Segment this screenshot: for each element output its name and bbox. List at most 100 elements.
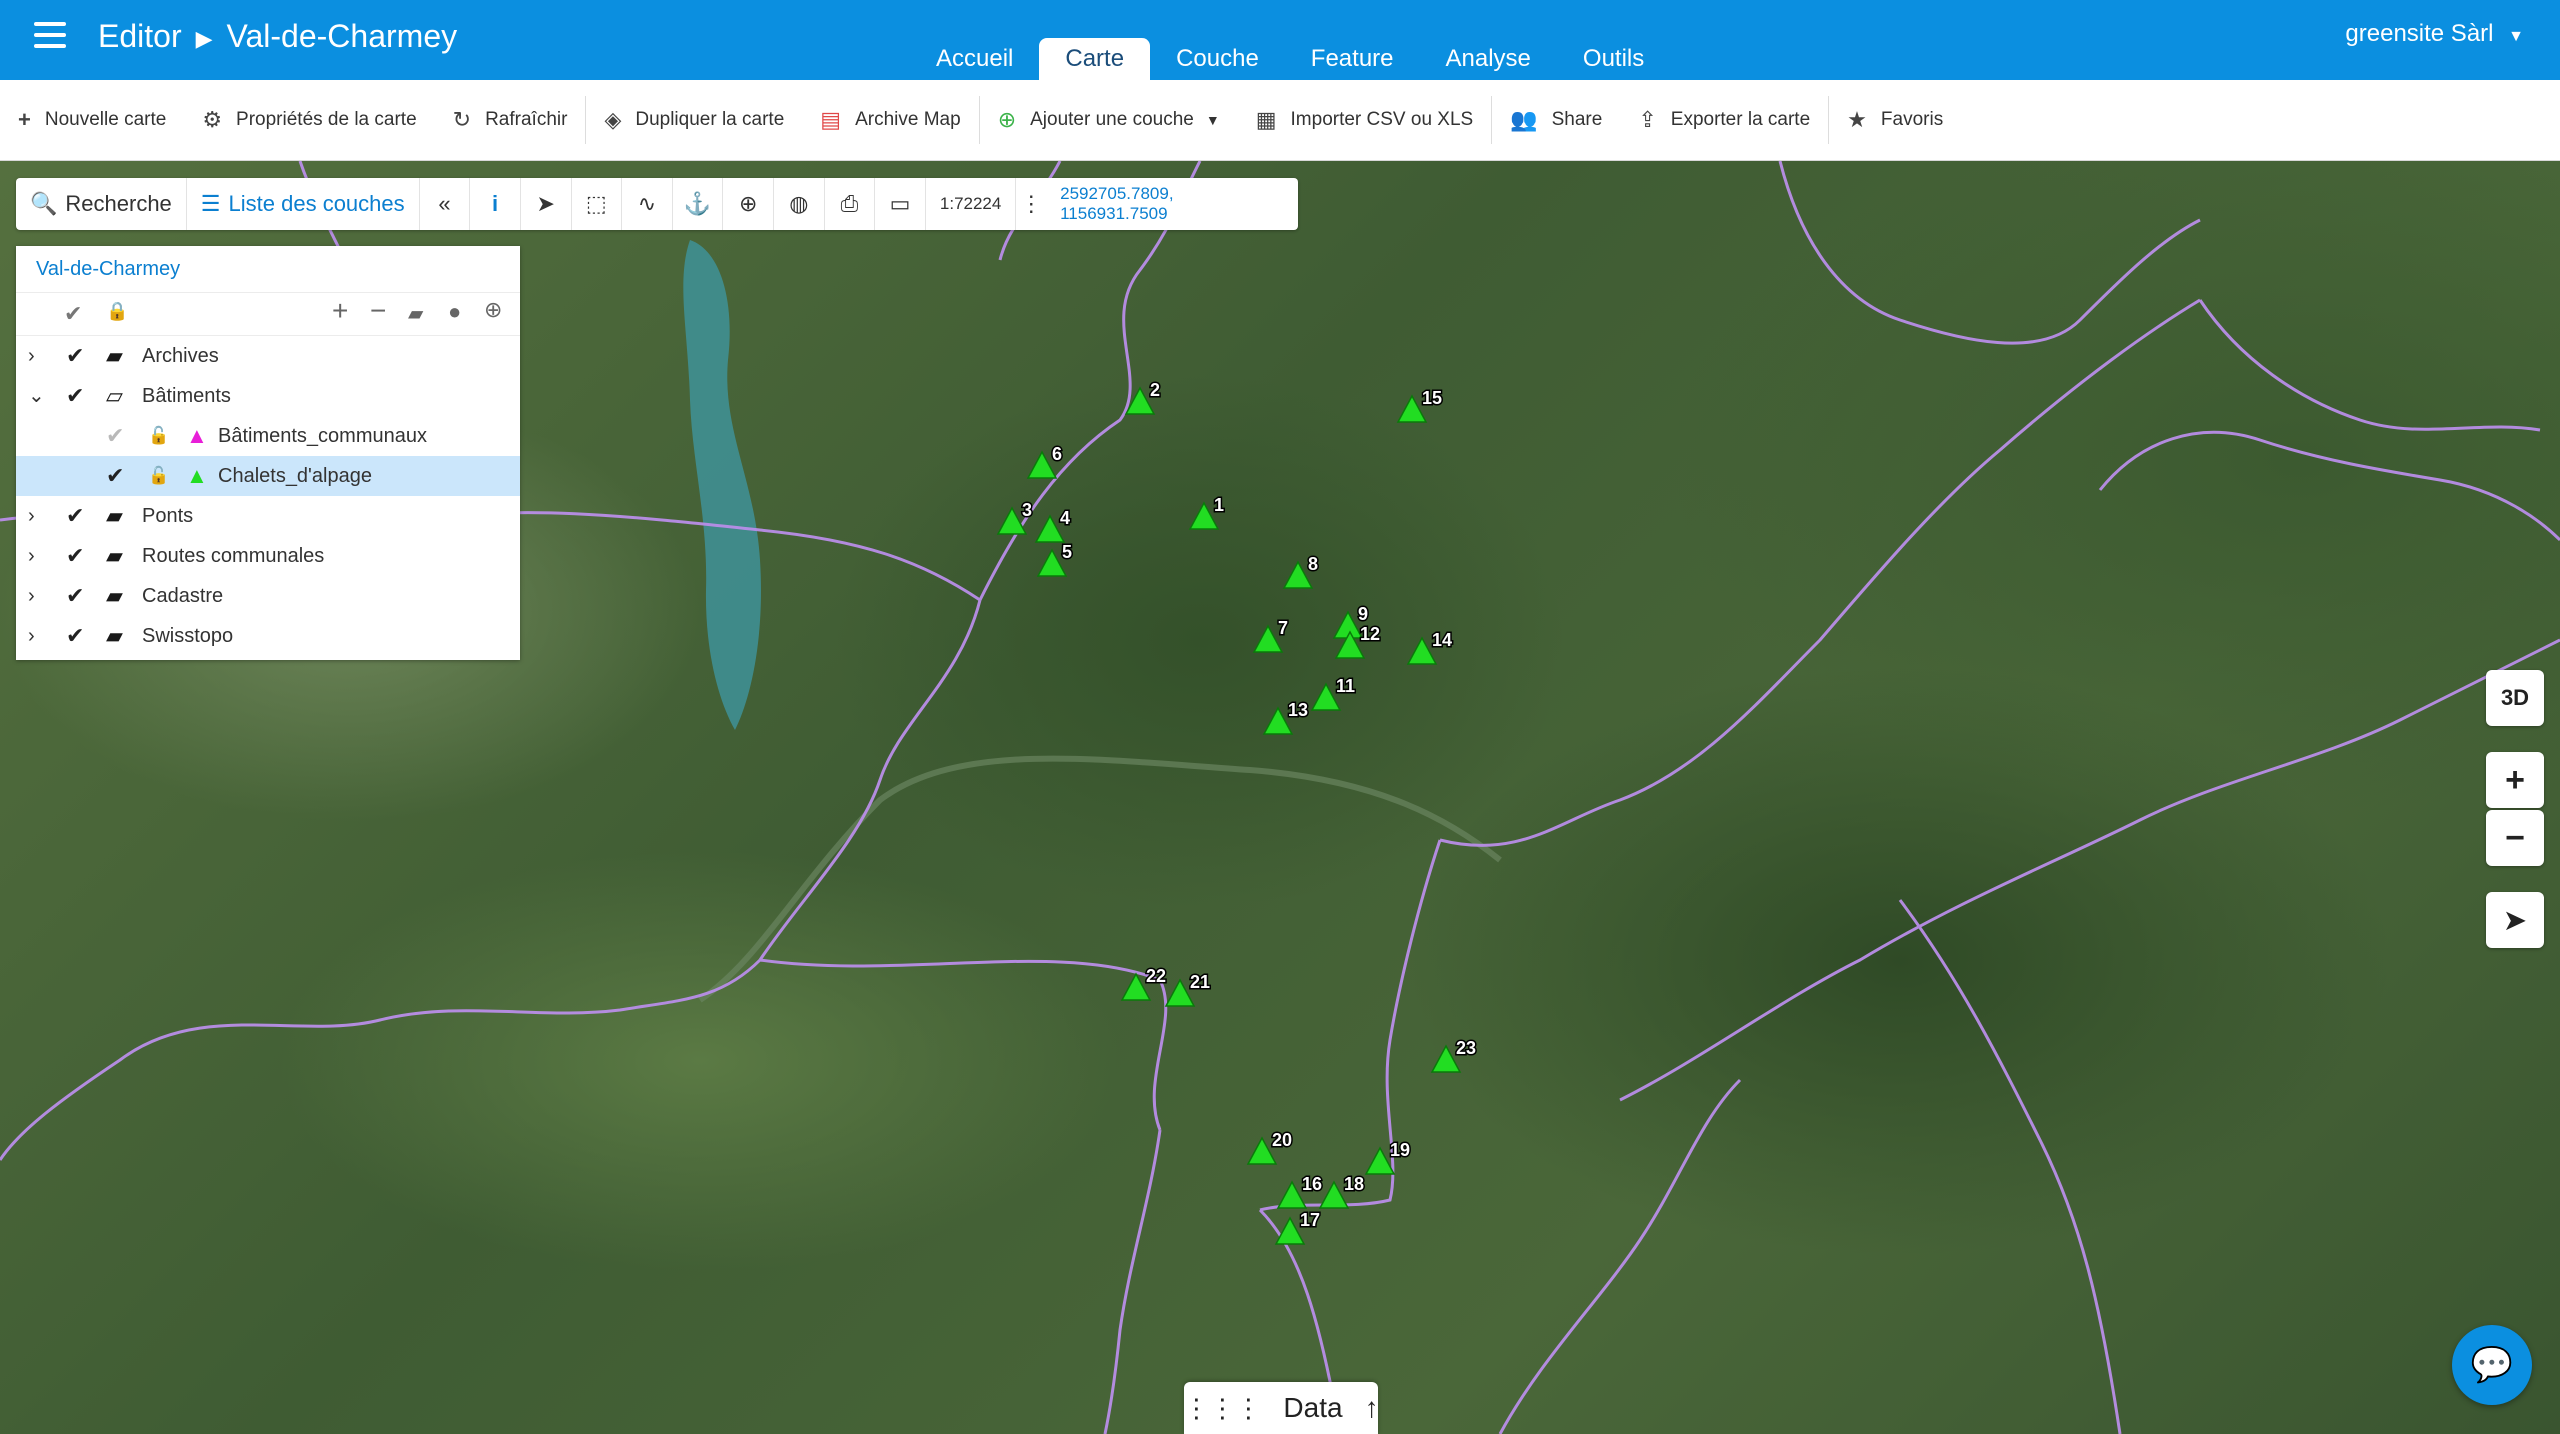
tab-carte[interactable]: Carte	[1039, 38, 1151, 80]
add-layer-button[interactable]: ⊕ Ajouter une couche ▼	[980, 80, 1238, 160]
scalebar-icon[interactable]: ▭	[875, 178, 926, 230]
marker-label: 8	[1308, 554, 1318, 574]
main-tabs: Accueil Carte Couche Feature Analyse Out…	[910, 38, 1670, 80]
menu-icon[interactable]	[34, 22, 66, 50]
duplicate-map-button[interactable]: ◈ Dupliquer la carte	[586, 80, 802, 160]
collapse-icon[interactable]: «	[420, 178, 471, 230]
check-all-icon[interactable]: ✔	[64, 301, 82, 327]
user-icon[interactable]: ●	[448, 299, 461, 325]
folder-icon[interactable]: ▰	[408, 301, 423, 326]
marker-label: 16	[1302, 1174, 1322, 1194]
layer-row-cadastre[interactable]: › ✔ ▰ Cadastre	[16, 576, 520, 616]
chevron-right-icon[interactable]: ›	[28, 496, 35, 536]
checkbox-icon[interactable]: ✔	[66, 336, 84, 376]
pin-icon[interactable]: ⚓	[673, 178, 724, 230]
data-label: Data	[1283, 1392, 1343, 1423]
layer-row-swisstopo[interactable]: › ✔ ▰ Swisstopo	[16, 616, 520, 656]
lock-icon[interactable]: 🔒	[106, 301, 128, 322]
marker-label: 1	[1214, 495, 1224, 515]
zoom-in-button[interactable]: +	[2486, 752, 2544, 808]
unlock-icon[interactable]: 🔓	[148, 416, 169, 456]
layer-row-batiments[interactable]: ⌄ ✔ ▱ Bâtiments	[16, 376, 520, 416]
new-map-button[interactable]: + Nouvelle carte	[0, 80, 184, 160]
gear-icon: ⚙	[202, 107, 223, 132]
marker-label: 6	[1052, 444, 1062, 464]
layer-row-archives[interactable]: › ✔ ▰ Archives	[16, 336, 520, 376]
layer-name: Routes communales	[142, 545, 325, 567]
user-menu[interactable]: greensite Sàrl ▼	[2345, 20, 2524, 48]
layer-list-label: Liste des couches	[228, 191, 405, 216]
tab-feature[interactable]: Feature	[1285, 38, 1420, 80]
share-button[interactable]: 👥 Share	[1492, 80, 1620, 160]
checkbox-icon[interactable]: ✔	[66, 616, 84, 656]
grid-icon: ⋮⋮⋮	[1183, 1392, 1262, 1423]
locate-icon[interactable]: ➤	[2486, 892, 2544, 948]
more-icon[interactable]: ⋮	[1016, 178, 1046, 230]
refresh-icon: ↻	[452, 107, 472, 132]
unlock-icon[interactable]: 🔓	[148, 456, 169, 496]
breadcrumb-app[interactable]: Editor	[98, 18, 182, 54]
map-properties-button[interactable]: ⚙ Propriétés de la carte	[184, 80, 434, 160]
checkbox-icon[interactable]: ✔	[66, 496, 84, 536]
folder-icon: ▰	[106, 343, 123, 368]
zoom-layer-icon[interactable]: ⊕	[484, 297, 502, 323]
checkbox-icon[interactable]: ✔	[66, 576, 84, 616]
marker-label: 21	[1190, 972, 1210, 992]
refresh-button[interactable]: ↻ Rafraîchir	[435, 80, 586, 160]
scale-display: 1:72224	[926, 178, 1017, 230]
users-icon: 👥	[1510, 107, 1538, 132]
marker-label: 4	[1060, 508, 1070, 528]
tab-couche[interactable]: Couche	[1150, 38, 1285, 80]
print-icon[interactable]: ⎙	[825, 178, 876, 230]
layer-row-ponts[interactable]: › ✔ ▰ Ponts	[16, 496, 520, 536]
tab-outils[interactable]: Outils	[1557, 38, 1670, 80]
marker-label: 18	[1344, 1174, 1364, 1194]
favorites-button[interactable]: ★ Favoris	[1829, 80, 1961, 160]
select-box-icon[interactable]: ⬚	[572, 178, 623, 230]
add-layer-label: Ajouter une couche	[1030, 109, 1194, 130]
star-icon: ★	[1847, 107, 1867, 132]
checkbox-icon[interactable]: ✔	[106, 456, 124, 496]
archive-map-button[interactable]: ▤ Archive Map	[802, 80, 978, 160]
marker-label: 5	[1062, 542, 1072, 562]
checkbox-icon[interactable]: ✔	[66, 536, 84, 576]
minus-icon[interactable]: −	[370, 295, 386, 327]
zoom-icon[interactable]: ⊕	[723, 178, 775, 230]
measure-icon[interactable]: ∿	[622, 178, 673, 230]
import-csv-button[interactable]: ▦ Importer CSV ou XLS	[1238, 80, 1492, 160]
layer-row-routes-communales[interactable]: › ✔ ▰ Routes communales	[16, 536, 520, 576]
folder-icon: ▰	[106, 623, 123, 648]
pointer-icon[interactable]: ➤	[521, 178, 572, 230]
layer-row-chalets-alpage[interactable]: ✔ 🔓 ▲ Chalets_d'alpage	[16, 456, 520, 496]
map-properties-label: Propriétés de la carte	[236, 109, 417, 130]
search-label: Recherche	[65, 191, 172, 216]
chevron-right-icon[interactable]: ›	[28, 616, 35, 656]
chevron-right-icon[interactable]: ›	[28, 576, 35, 616]
checkbox-icon[interactable]: ✔	[66, 376, 84, 416]
zoom-out-button[interactable]: −	[2486, 810, 2544, 866]
checkbox-icon[interactable]: ✔	[106, 416, 124, 456]
chevron-right-icon[interactable]: ›	[28, 336, 35, 376]
table-icon: ▦	[1255, 107, 1277, 132]
lake	[683, 240, 761, 730]
layer-name: Chalets_d'alpage	[218, 465, 372, 487]
data-panel-toggle[interactable]: ⋮⋮⋮ Data ↑	[1183, 1382, 1379, 1434]
duplicate-map-label: Dupliquer la carte	[635, 109, 785, 130]
info-icon[interactable]: i	[470, 178, 521, 230]
marker-label: 12	[1360, 624, 1380, 644]
3d-toggle-button[interactable]: 3D	[2486, 670, 2544, 726]
chevron-right-icon[interactable]: ›	[28, 536, 35, 576]
plus-icon[interactable]: +	[332, 295, 348, 327]
chevron-down-icon[interactable]: ⌄	[28, 376, 45, 416]
tab-analyse[interactable]: Analyse	[1420, 38, 1557, 80]
chat-icon[interactable]: 💬	[2452, 1325, 2532, 1405]
marker-label: 22	[1146, 966, 1166, 986]
tab-accueil[interactable]: Accueil	[910, 38, 1039, 80]
search-button[interactable]: 🔍 Recherche	[16, 178, 187, 230]
layer-row-batiments-communaux[interactable]: ✔ 🔓 ▲ Bâtiments_communaux	[16, 416, 520, 456]
archive-icon: ▤	[820, 107, 842, 132]
marker-label: 11	[1336, 676, 1355, 696]
globe-icon[interactable]: ◍	[774, 178, 825, 230]
layer-list-button[interactable]: ☰ Liste des couches	[187, 178, 420, 230]
export-map-button[interactable]: ⇪ Exporter la carte	[1620, 80, 1828, 160]
